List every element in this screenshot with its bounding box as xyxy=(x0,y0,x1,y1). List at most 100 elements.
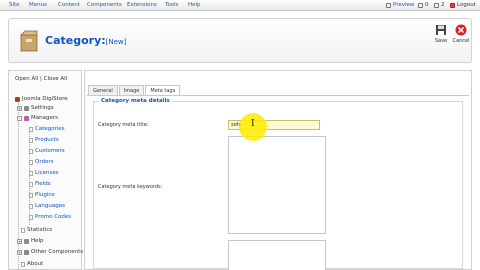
messages-count-value: 0 xyxy=(425,2,429,8)
page-title: Category:[New] xyxy=(45,34,126,47)
tree-item-plugins[interactable]: Plugins xyxy=(29,192,55,198)
users-count-value: 2 xyxy=(441,2,445,8)
page-icon xyxy=(29,203,33,209)
tree-item-licenses-label: Licenses xyxy=(35,170,59,176)
meta-title-label: Category meta title: xyxy=(98,122,149,128)
tab-divider xyxy=(87,95,469,96)
page-icon xyxy=(29,214,33,220)
fieldset-legend: Category meta details xyxy=(99,98,172,104)
tree-controls: Open All | Close All xyxy=(15,76,67,82)
users-icon xyxy=(434,2,439,8)
meta-details-fieldset: Category meta details Category meta titl… xyxy=(93,98,463,270)
page-icon xyxy=(29,192,33,198)
page-title-suffix: [New] xyxy=(105,38,127,46)
tree-item-customers-label: Customers xyxy=(35,148,65,154)
menu-help[interactable]: Help xyxy=(188,2,201,8)
component-tree: Open All | Close All Joomla DigiStore + … xyxy=(8,70,83,270)
page-icon xyxy=(29,181,33,187)
cancel-button[interactable]: Cancel xyxy=(450,24,472,44)
tree-node-about-label: About xyxy=(27,261,44,267)
meta-description-textarea[interactable] xyxy=(228,240,326,270)
tree-item-plugins-label: Plugins xyxy=(35,192,55,198)
top-menubar: Site Menus Content Components Extensions… xyxy=(0,0,480,11)
tree-node-root-label: Joomla DigiStore xyxy=(22,96,68,102)
cancel-icon xyxy=(455,24,467,36)
page-header: Category:[New] Save Cancel xyxy=(8,18,472,63)
tree-item-products-label: Products xyxy=(35,137,59,143)
menu-site[interactable]: Site xyxy=(9,2,20,8)
tree-item-customers[interactable]: Customers xyxy=(29,148,65,154)
about-icon xyxy=(21,261,25,267)
open-all-link[interactable]: Open All xyxy=(15,76,38,82)
menu-tools[interactable]: Tools xyxy=(165,2,179,8)
statistics-icon xyxy=(21,227,25,233)
cancel-label: Cancel xyxy=(452,38,470,44)
tree-node-statistics-label: Statistics xyxy=(27,227,53,233)
preview-label: Preview xyxy=(393,2,415,8)
tree-item-fields[interactable]: Fields xyxy=(29,181,51,187)
tree-node-settings-label: Settings xyxy=(31,105,54,111)
meta-keywords-textarea[interactable] xyxy=(228,136,326,234)
tree-item-fields-label: Fields xyxy=(35,181,51,187)
mail-icon xyxy=(418,2,423,8)
page-icon xyxy=(29,137,33,143)
tree-item-orders-label: Orders xyxy=(35,159,54,165)
users-count[interactable]: 2 xyxy=(434,2,445,8)
tree-item-products[interactable]: Products xyxy=(29,137,59,143)
tree-node-settings[interactable]: + Settings xyxy=(17,105,54,111)
tree-node-statistics[interactable]: Statistics xyxy=(21,227,52,233)
tab-image[interactable]: Image xyxy=(118,85,145,95)
messages-count[interactable]: 0 xyxy=(418,2,429,8)
tree-item-categories[interactable]: Categories xyxy=(29,126,65,132)
tree-item-promo-codes[interactable]: Promo Codes xyxy=(29,214,71,220)
tree-item-promo-codes-label: Promo Codes xyxy=(35,214,72,220)
tree-item-licenses[interactable]: Licenses xyxy=(29,170,59,176)
managers-icon xyxy=(24,115,29,121)
tree-item-languages-label: Languages xyxy=(35,203,66,209)
tree-node-other-components-label: Other Components xyxy=(31,249,84,255)
save-label: Save xyxy=(434,38,448,44)
save-button[interactable]: Save xyxy=(430,24,452,44)
category-box-icon xyxy=(20,30,38,52)
digistore-icon xyxy=(15,96,20,102)
close-all-link[interactable]: Close All xyxy=(44,76,68,82)
page-title-text: Category: xyxy=(45,34,106,47)
expand-icon: + xyxy=(17,105,22,111)
tree-node-other-components[interactable]: + Other Components xyxy=(17,249,83,255)
expand-icon: + xyxy=(17,249,22,255)
page-icon xyxy=(29,170,33,176)
page-icon xyxy=(29,159,33,165)
page-icon xyxy=(29,126,33,132)
menu-extensions[interactable]: Extensions xyxy=(127,2,157,8)
main-panel: General Image Meta tags Category meta de… xyxy=(84,70,472,270)
logout-label: Logout xyxy=(457,2,476,8)
tree-item-categories-label: Categories xyxy=(35,126,65,132)
tree-node-managers-label: Managers xyxy=(31,115,58,121)
tree-node-help-label: Help xyxy=(31,238,44,244)
tree-guide-line xyxy=(18,103,19,269)
text-cursor-icon: I xyxy=(251,119,255,129)
menu-content[interactable]: Content xyxy=(58,2,80,8)
expand-icon: + xyxy=(17,238,22,244)
logout-icon xyxy=(450,2,455,8)
settings-icon xyxy=(24,105,29,111)
menu-menus[interactable]: Menus xyxy=(29,2,47,8)
help-icon xyxy=(24,238,29,244)
collapse-icon: - xyxy=(17,115,22,121)
save-icon xyxy=(436,25,446,35)
tree-item-languages[interactable]: Languages xyxy=(29,203,65,209)
tab-general[interactable]: General xyxy=(88,85,118,95)
logout-link[interactable]: Logout xyxy=(450,2,476,8)
page-icon xyxy=(29,148,33,154)
tree-node-root[interactable]: Joomla DigiStore xyxy=(15,96,68,102)
menu-components[interactable]: Components xyxy=(87,2,122,8)
meta-keywords-label: Category meta keywords: xyxy=(98,184,163,190)
tree-item-orders[interactable]: Orders xyxy=(29,159,54,165)
preview-icon xyxy=(386,2,391,8)
tree-node-managers[interactable]: - Managers xyxy=(17,115,58,121)
tree-node-about[interactable]: About xyxy=(21,261,43,267)
preview-link[interactable]: Preview xyxy=(386,2,414,8)
tree-node-help[interactable]: + Help xyxy=(17,238,44,244)
tree-controls-separator: | xyxy=(40,76,42,82)
components-icon xyxy=(24,249,29,255)
